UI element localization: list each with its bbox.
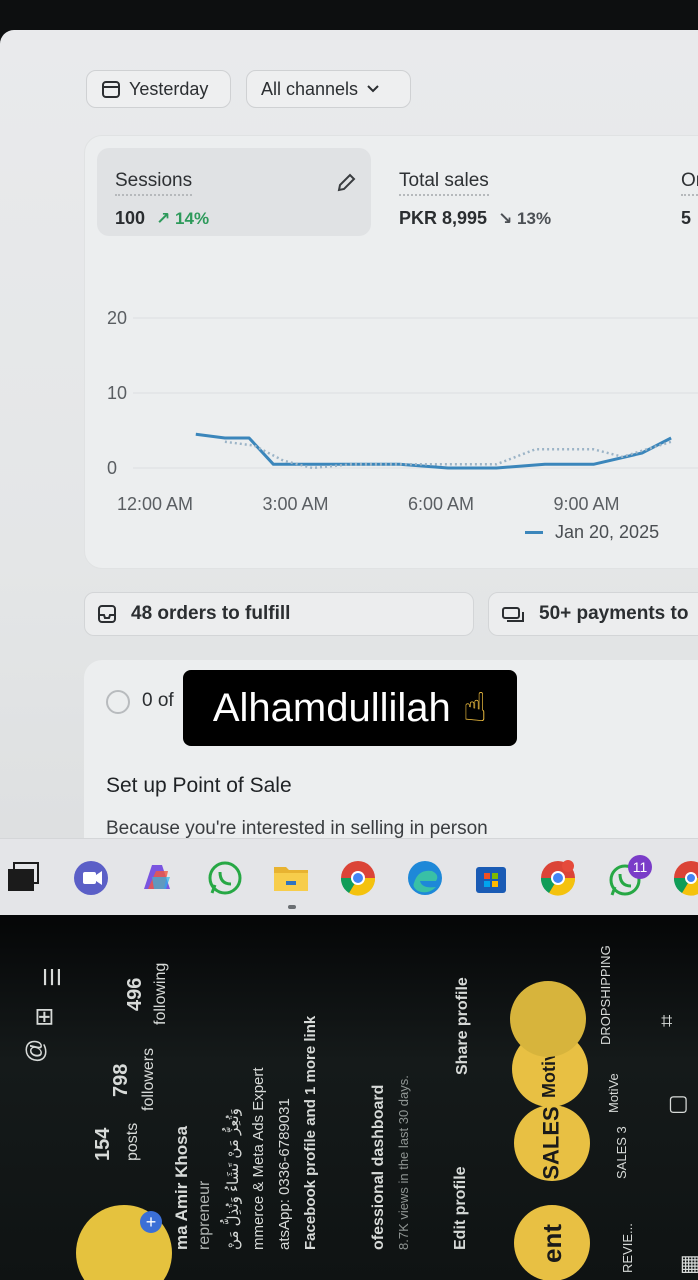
file-explorer-icon[interactable]	[272, 859, 310, 897]
followers-label: followers	[140, 1047, 157, 1111]
copilot-icon[interactable]	[138, 859, 176, 897]
legend-label: Jan 20, 2025	[555, 522, 660, 542]
chrome-icon[interactable]	[672, 859, 698, 897]
x-tick-label: 6:00 AM	[408, 494, 474, 514]
y-tick-label: 20	[107, 308, 127, 328]
profile-whatsapp-line: atsApp: 0336-6789031	[276, 1098, 293, 1250]
highlight-review-bubble[interactable]: ent	[514, 1205, 590, 1280]
menu-icon[interactable]: ☰	[40, 967, 66, 987]
chart-legend: Jan 20, 2025	[525, 522, 659, 543]
channel-filter-dropdown[interactable]: All channels	[246, 70, 411, 108]
payments-label: 50+ payments to	[539, 603, 689, 624]
notification-badge: 11	[628, 855, 652, 879]
orders-to-fulfill-button[interactable]: 48 orders to fulfill	[84, 592, 474, 636]
date-filter-button[interactable]: Yesterday	[86, 70, 231, 108]
analytics-card: Sessions 100 ↗ 14% Total sales PKR 8,995…	[84, 135, 698, 569]
edit-profile-button[interactable]: Edit profile	[452, 1166, 470, 1250]
professional-dashboard-title[interactable]: ofessional dashboard	[370, 1085, 388, 1250]
add-story-icon[interactable]: +	[140, 1211, 162, 1233]
pointing-up-emoji: ☝	[462, 686, 488, 730]
highlight-sales-label: SALES 3	[614, 1126, 629, 1179]
y-tick-label: 0	[107, 458, 117, 478]
phone-instagram-profile: ☰ ⊞ @ 496 following 798 followers 154 po…	[0, 915, 698, 1280]
date-filter-label: Yesterday	[129, 78, 209, 99]
profile-bio-line: mmerce & Meta Ads Expert	[250, 1067, 267, 1250]
story-caption: Alhamdullilah ☝	[183, 670, 517, 746]
edge-icon[interactable]	[406, 859, 444, 897]
chrome-icon[interactable]	[339, 859, 377, 897]
following-label: following	[152, 962, 169, 1025]
sessions-series-line	[195, 432, 672, 470]
calendar-icon	[102, 81, 120, 98]
channel-filter-label: All channels	[261, 78, 359, 99]
teams-icon[interactable]	[72, 859, 110, 897]
y-tick-label: 10	[107, 383, 127, 403]
grid-icon[interactable]: ▦	[676, 1254, 698, 1275]
task-view-icon[interactable]	[4, 859, 42, 897]
progress-circle-icon	[106, 690, 130, 714]
sessions-line-chart: 20 10 012:00 AM 3:00 AM 6:00 AM 9:00 AM	[107, 308, 698, 514]
posts-label: posts	[124, 1122, 141, 1161]
chevron-down-icon	[367, 85, 379, 93]
highlight-dropshipping-label: DROPSHIPPING	[598, 945, 613, 1045]
desktop-screen: Yesterday All channels Sessions 100 ↗ 14…	[0, 30, 698, 915]
professional-dashboard-sub: 8.7K views in the last 30 days.	[396, 1075, 411, 1250]
profile-name: ma Amir Khosa	[172, 1125, 191, 1250]
highlight-sales-bubble[interactable]: SALES	[514, 1105, 590, 1181]
setup-title[interactable]: Set up Point of Sale	[106, 774, 292, 798]
following-count[interactable]: 496	[124, 978, 147, 1011]
active-app-indicator	[288, 905, 296, 909]
caption-text: Alhamdullilah	[212, 685, 451, 730]
posts-count[interactable]: 154	[92, 1128, 115, 1161]
highlight-motive-label: MotiVe	[606, 1073, 621, 1113]
profile-arabic-line: وَتُعِزُّ مَنْ تَشَاءُ وَتُذِلُّ مَنْ	[225, 1108, 242, 1250]
x-tick-label: 12:00 AM	[117, 494, 193, 514]
setup-progress: 0 of	[142, 690, 174, 711]
reels-icon[interactable]: ▢	[664, 1094, 690, 1115]
store-icon[interactable]	[472, 859, 510, 897]
payments-button[interactable]: 50+ payments to	[488, 592, 698, 636]
x-tick-label: 9:00 AM	[554, 494, 620, 514]
add-post-icon[interactable]: ⊞	[30, 1007, 59, 1027]
followers-count[interactable]: 798	[110, 1064, 133, 1097]
inbox-icon	[98, 605, 116, 623]
profile-links[interactable]: Facebook profile and 1 more link	[302, 1016, 319, 1250]
highlight-dropshipping-bubble[interactable]	[510, 981, 586, 1057]
payment-icon	[502, 607, 524, 622]
orders-to-fulfill-label: 48 orders to fulfill	[131, 603, 291, 624]
threads-icon[interactable]: @	[22, 1039, 50, 1063]
x-tick-label: 3:00 AM	[263, 494, 329, 514]
profile-role: repreneur	[196, 1180, 213, 1250]
legend-swatch	[525, 531, 543, 534]
tagged-icon[interactable]: ⌗	[654, 1015, 680, 1027]
windows-taskbar: 11	[0, 838, 698, 915]
setup-description: Because you're interested in selling in …	[106, 818, 488, 839]
whatsapp-icon[interactable]	[206, 859, 244, 897]
highlight-review-label: REVIE...	[620, 1223, 635, 1273]
chrome-profile-icon[interactable]	[539, 859, 577, 897]
share-profile-button[interactable]: Share profile	[454, 977, 472, 1075]
